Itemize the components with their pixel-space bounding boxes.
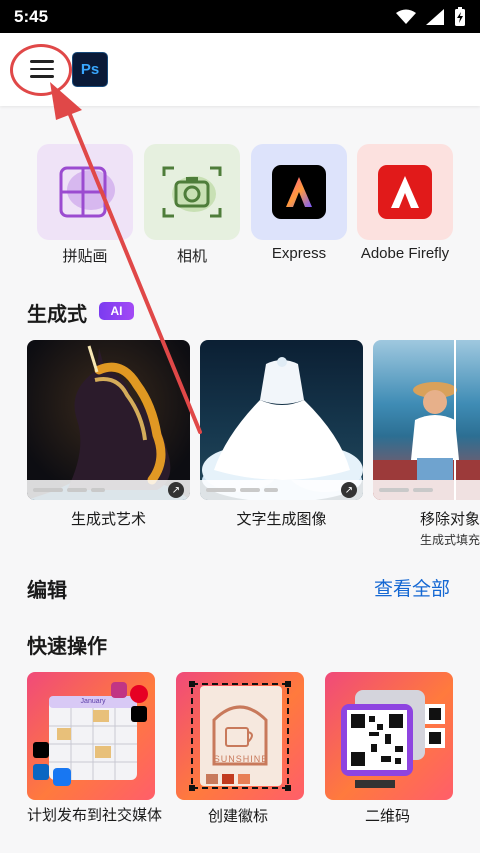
battery-icon — [455, 6, 465, 26]
schedule-social-card[interactable]: January — [27, 672, 155, 800]
express-tile[interactable] — [251, 144, 347, 240]
qr-code-image — [341, 690, 445, 788]
app-label-express: Express — [271, 245, 327, 262]
qa-label-qr-code: 二维码 — [365, 807, 411, 825]
card-footer: ↗ — [200, 480, 363, 500]
wifi-icon — [396, 9, 416, 24]
unicorn-image — [27, 345, 190, 500]
ai-badge: AI — [99, 302, 134, 320]
edit-section-title: 编辑 — [27, 578, 67, 602]
view-all-link[interactable]: 查看全部 — [374, 574, 450, 601]
annotation-circle — [10, 44, 72, 96]
beach-woman-image — [373, 340, 480, 500]
qa-label-create-logo: 创建徽标 — [208, 807, 269, 825]
signal-icon — [426, 8, 444, 25]
remove-object-card[interactable] — [373, 340, 480, 500]
firefly-tile[interactable] — [357, 144, 453, 240]
card-footer: ↗ — [27, 480, 190, 500]
qr-code-card[interactable] — [325, 672, 453, 800]
generative-art-card[interactable]: ↗ — [27, 340, 190, 500]
collage-icon — [59, 166, 115, 218]
photoshop-logo: Ps — [72, 52, 108, 87]
edit-tag-icon: ↗ — [168, 482, 184, 498]
cloud-dress-image — [202, 357, 363, 500]
text-to-image-card[interactable]: ↗ — [200, 340, 363, 500]
logo-text: SUNSHINE — [213, 754, 269, 764]
edit-tag-icon: ↗ — [341, 482, 357, 498]
quick-actions-title: 快速操作 — [27, 634, 107, 658]
calendar-header-text: January — [80, 698, 106, 705]
qa-label-schedule-social: 计划发布到社交媒体 — [27, 806, 163, 824]
app-label-firefly: Adobe Firefly — [360, 245, 450, 262]
card-label-remove-object: 移除对象 — [420, 510, 480, 528]
adobe-firefly-icon — [378, 165, 432, 219]
card-footer — [373, 480, 480, 500]
collage-tile[interactable] — [37, 144, 133, 240]
card-label-generative-art: 生成式艺术 — [70, 510, 146, 528]
logo-design-image — [189, 681, 291, 791]
adobe-express-icon — [272, 165, 326, 219]
status-bar: 5:45 — [0, 0, 480, 33]
create-logo-card[interactable]: SUNSHINE — [176, 672, 304, 800]
camera-tile[interactable] — [144, 144, 240, 240]
card-sublabel-remove-object: 生成式填充 — [420, 533, 480, 547]
calendar-social-image — [33, 682, 148, 786]
camera-icon — [162, 166, 222, 218]
card-label-text-to-image: 文字生成图像 — [236, 510, 327, 528]
app-label-collage: 拼贴画 — [62, 248, 108, 265]
app-label-camera: 相机 — [176, 248, 207, 265]
status-time: 5:45 — [14, 6, 49, 26]
generative-section-title: 生成式 — [27, 302, 87, 326]
